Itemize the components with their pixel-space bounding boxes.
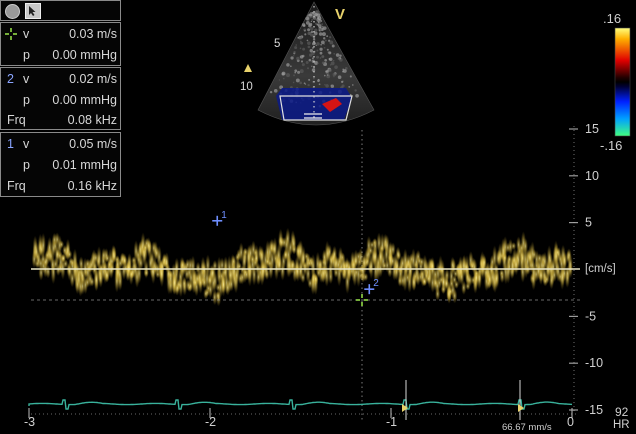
measure-name: v <box>23 27 30 41</box>
measure-name: p <box>23 158 30 172</box>
measurement-cursor-1[interactable]: 1 <box>212 210 227 226</box>
pressure-value: 0.00 mmHg <box>52 48 117 62</box>
sweep-speed-label: 66.67 mm/s <box>502 422 552 433</box>
pointer-icon[interactable] <box>25 3 41 19</box>
depth-label-5: 5 <box>274 38 280 50</box>
velocity-tick-label: 15 <box>585 122 599 136</box>
cursor-label: 1 <box>221 210 227 221</box>
color-scale-bottom-label: -.16 <box>600 138 623 153</box>
time-axis: -3 -2 -1 0 <box>24 408 576 429</box>
velocity-tick-label: -15 <box>585 403 603 417</box>
measurement-panel-2[interactable]: 2 v 0.02 m/s p 0.00 mmHg Frq 0.08 kHz <box>0 67 121 130</box>
color-scale-top-label: .16 <box>603 11 622 26</box>
echo-sector: V 5 10 <box>240 1 375 126</box>
measure-name: v <box>23 72 30 86</box>
velocity-tick-label: 10 <box>585 169 599 183</box>
orientation-marker: V <box>335 6 345 23</box>
measure-name: p <box>23 93 30 107</box>
toolbar <box>0 0 121 21</box>
measure-name: Frq <box>7 179 26 193</box>
marker-label: 1 <box>7 137 14 151</box>
circle-icon[interactable] <box>5 4 20 19</box>
velocity-tick-label: -5 <box>585 309 596 323</box>
pressure-value: 0.00 mmHg <box>52 93 117 107</box>
velocity-unit-label: [cm/s] <box>585 263 616 275</box>
frequency-value: 0.16 kHz <box>67 179 117 193</box>
velocity-tick-label: 5 <box>585 216 592 230</box>
measurement-panel-cursor[interactable]: v 0.03 m/s p 0.00 mmHg <box>0 22 121 66</box>
measurement-panel-1[interactable]: 1 v 0.05 m/s p 0.01 mmHg Frq 0.16 kHz <box>0 132 121 197</box>
crosshair-icon <box>5 27 17 40</box>
time-tick-label: -3 <box>24 415 35 429</box>
pressure-value: 0.01 mmHg <box>52 158 117 172</box>
time-tick-label: -1 <box>386 415 397 429</box>
measure-name: v <box>23 137 30 151</box>
measure-name: Frq <box>7 113 26 127</box>
spectral-doppler-trace <box>31 227 573 307</box>
measure-name: p <box>23 48 30 62</box>
focus-triangle-icon[interactable] <box>244 64 252 72</box>
velocity-value: 0.03 m/s <box>69 27 117 41</box>
velocity-value: 0.05 m/s <box>69 137 117 151</box>
marker-label: 2 <box>7 72 14 86</box>
depth-label-10: 10 <box>240 81 253 93</box>
color-scale-bar <box>614 27 631 137</box>
cursor-label: 2 <box>373 278 379 289</box>
velocity-tick-label: -10 <box>585 356 603 370</box>
heart-rate-label: HR <box>613 419 630 431</box>
time-tick-label: 0 <box>567 415 574 429</box>
frequency-value: 0.08 kHz <box>67 113 117 127</box>
velocity-value: 0.02 m/s <box>69 72 117 86</box>
ecg-trace <box>28 380 573 420</box>
heart-rate-value: 92 <box>615 405 629 419</box>
time-tick-label: -2 <box>205 415 216 429</box>
